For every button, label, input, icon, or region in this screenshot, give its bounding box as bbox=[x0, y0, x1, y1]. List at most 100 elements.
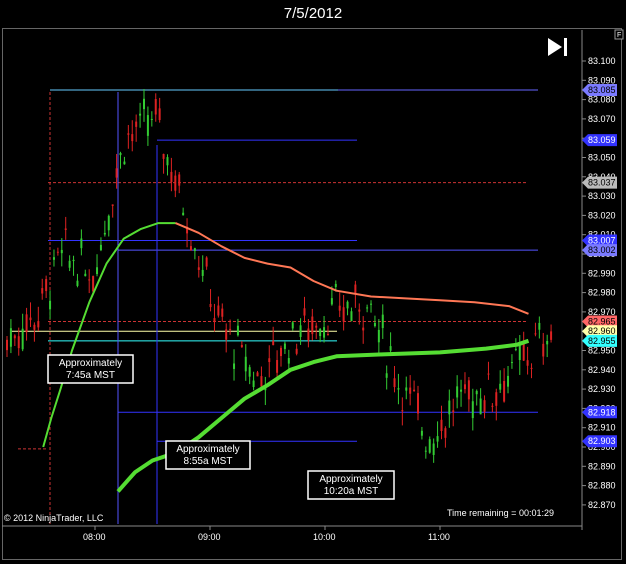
price-bar bbox=[350, 311, 353, 322]
price-bar bbox=[432, 443, 435, 455]
price-bar bbox=[514, 348, 517, 350]
price-bar bbox=[479, 398, 482, 415]
price-bar bbox=[166, 157, 169, 166]
price-bar bbox=[9, 328, 12, 347]
price-bar bbox=[326, 334, 329, 336]
price-bar bbox=[25, 314, 28, 333]
price-bar bbox=[41, 288, 44, 294]
price-tag-label: 83.085 bbox=[588, 85, 616, 95]
price-bar bbox=[205, 257, 208, 267]
price-bar bbox=[56, 251, 59, 253]
price-tag-label: 83.007 bbox=[588, 235, 616, 245]
price-bar bbox=[358, 309, 361, 312]
price-bar bbox=[76, 280, 79, 286]
price-tick-label: 82.870 bbox=[588, 500, 616, 510]
price-bar bbox=[428, 439, 431, 453]
annotation-line2: 7:45a MST bbox=[66, 370, 115, 381]
price-bar bbox=[201, 269, 204, 276]
price-bar bbox=[405, 387, 408, 391]
price-bar bbox=[213, 318, 216, 322]
price-bar bbox=[319, 328, 322, 337]
chart-svg: 83.10083.09083.08083.07083.06083.05083.0… bbox=[2, 29, 624, 542]
price-bar bbox=[338, 305, 341, 311]
price-bar bbox=[29, 317, 32, 321]
price-bar bbox=[522, 343, 525, 361]
corner-label: F bbox=[617, 32, 621, 39]
time-tick-label: 10:00 bbox=[313, 532, 336, 542]
price-bar bbox=[487, 373, 490, 375]
price-bar bbox=[471, 401, 474, 419]
price-bar bbox=[170, 171, 173, 182]
price-bar bbox=[37, 321, 40, 328]
price-bar bbox=[209, 303, 212, 308]
price-bar bbox=[534, 333, 537, 335]
price-bar bbox=[13, 335, 16, 339]
annotation-line1: Approximately bbox=[59, 358, 122, 369]
price-bar bbox=[307, 328, 310, 341]
price-bar bbox=[276, 359, 279, 373]
annotations: Approximately7:45a MSTApproximately8:55a… bbox=[47, 354, 395, 500]
price-bar bbox=[131, 134, 134, 142]
price-tag-label: 83.059 bbox=[588, 135, 616, 145]
price-bar bbox=[123, 161, 126, 165]
price-bar bbox=[518, 344, 521, 361]
price-bar bbox=[444, 428, 447, 438]
price-bar bbox=[330, 298, 333, 305]
time-tick-label: 11:00 bbox=[428, 532, 450, 542]
price-bar bbox=[99, 244, 102, 251]
price-bar bbox=[240, 344, 243, 348]
price-bar bbox=[413, 389, 416, 392]
price-bar bbox=[362, 327, 365, 331]
price-bar bbox=[409, 387, 412, 394]
annotation-line1: Approximately bbox=[319, 474, 382, 485]
time-axis: 08:00 09:00 10:00 11:00 bbox=[2, 525, 582, 542]
price-bar bbox=[280, 347, 282, 357]
price-bar bbox=[503, 380, 506, 402]
price-tag-label: 82.965 bbox=[588, 317, 616, 327]
price-bar bbox=[64, 228, 67, 230]
price-tag-label: 82.903 bbox=[588, 436, 616, 446]
price-bar bbox=[146, 115, 149, 136]
price-bar bbox=[315, 325, 318, 328]
price-tick-label: 82.970 bbox=[588, 307, 616, 317]
price-bar bbox=[107, 215, 110, 231]
price-tag-label: 82.918 bbox=[588, 407, 616, 417]
price-bar bbox=[393, 378, 396, 388]
price-bar bbox=[68, 260, 71, 268]
price-bar bbox=[45, 279, 48, 292]
price-bar bbox=[84, 273, 87, 277]
price-bar bbox=[260, 376, 263, 387]
price-tag-label: 83.002 bbox=[588, 245, 616, 255]
price-tick-label: 82.890 bbox=[588, 461, 616, 471]
price-bar bbox=[323, 327, 326, 338]
price-bar bbox=[448, 400, 451, 415]
price-bar bbox=[550, 331, 553, 340]
price-bar bbox=[49, 300, 52, 310]
price-tick-label: 83.080 bbox=[588, 95, 616, 105]
price-bar bbox=[88, 279, 91, 281]
price-tick-label: 82.980 bbox=[588, 288, 616, 298]
play-to-end-icon[interactable] bbox=[548, 38, 567, 56]
price-bar bbox=[33, 324, 36, 330]
price-bar bbox=[385, 373, 388, 378]
price-bar bbox=[189, 246, 192, 251]
price-bar bbox=[111, 204, 114, 206]
price-tick-label: 82.930 bbox=[588, 384, 616, 394]
price-bar bbox=[354, 284, 357, 294]
vertical-markers bbox=[49, 92, 158, 524]
price-bar bbox=[193, 248, 196, 252]
price-bar bbox=[103, 232, 106, 235]
price-bar bbox=[436, 436, 439, 442]
price-tag-label: 83.037 bbox=[588, 178, 616, 188]
price-bar bbox=[252, 380, 255, 387]
price-bar bbox=[150, 118, 153, 120]
price-bar bbox=[127, 133, 130, 135]
price-bar bbox=[92, 276, 95, 292]
price-bar bbox=[342, 307, 345, 322]
time-tick-label: 08:00 bbox=[83, 532, 106, 542]
price-tick-label: 82.940 bbox=[588, 365, 616, 375]
price-bar bbox=[197, 267, 200, 270]
price-axis: 83.10083.09083.08083.07083.06083.05083.0… bbox=[581, 30, 616, 530]
price-tick-label: 82.990 bbox=[588, 268, 616, 278]
price-bar bbox=[452, 410, 455, 413]
